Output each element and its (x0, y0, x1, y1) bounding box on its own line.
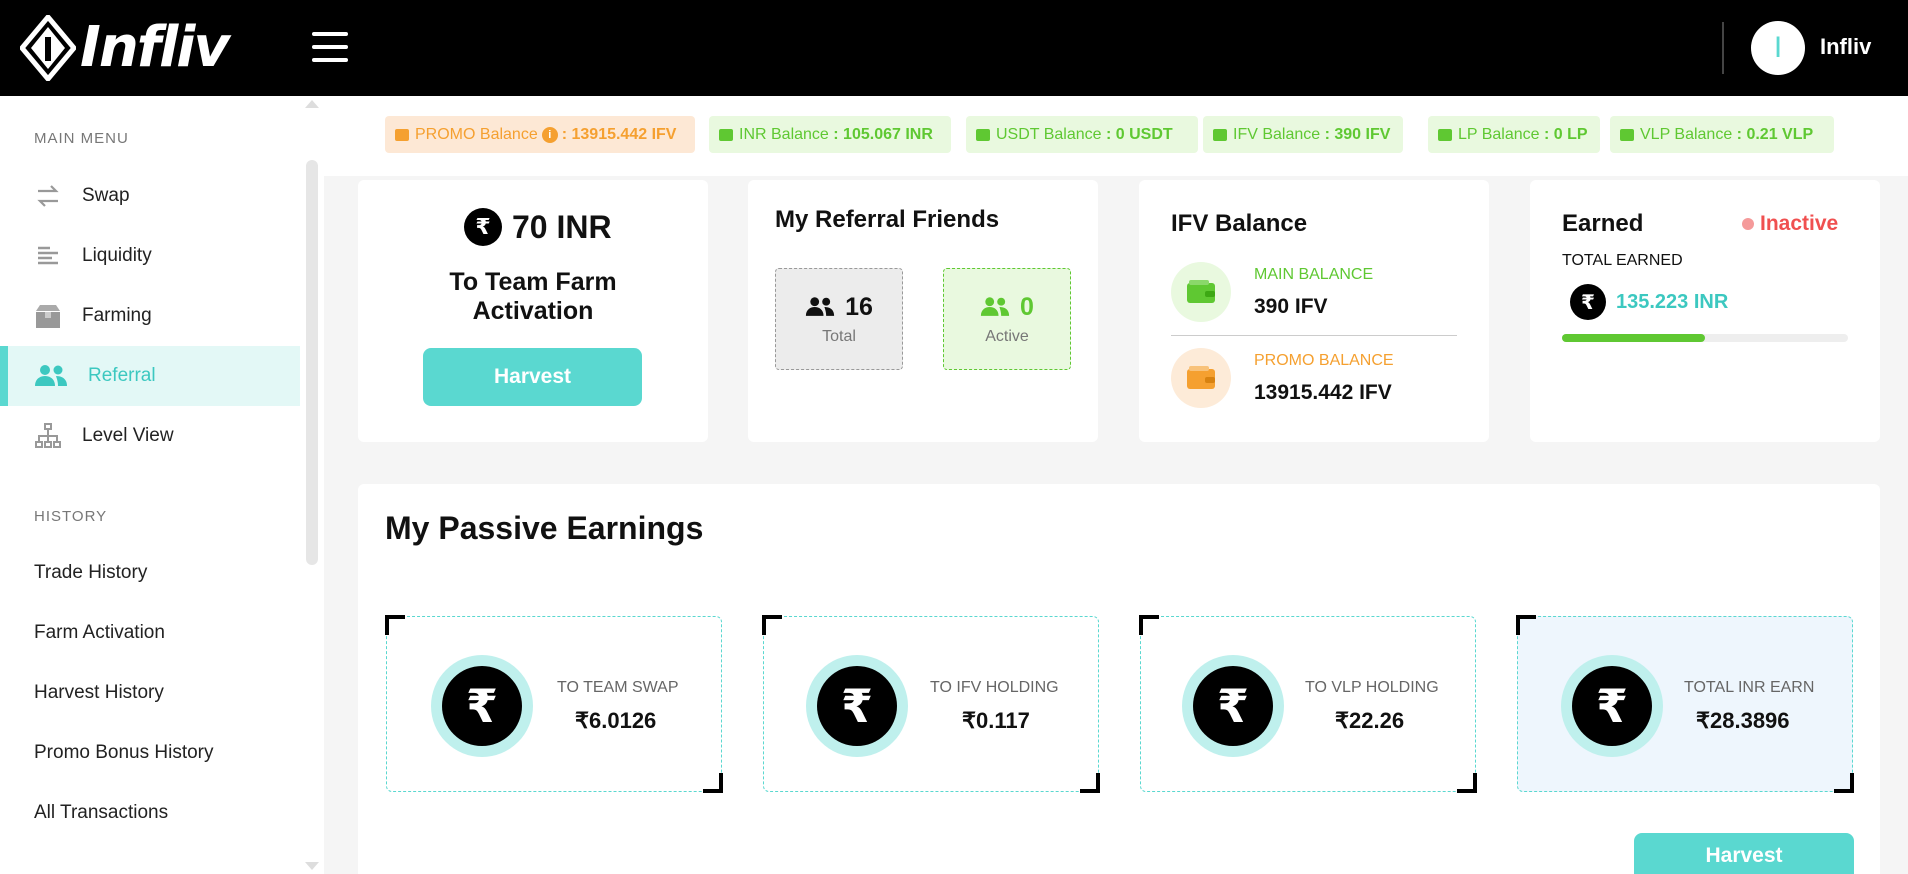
ifv-balance-pill: IFV Balance : 390 IFV (1203, 116, 1403, 153)
ifv-holding-earning-card: ₹ TO IFV HOLDING ₹0.117 (762, 615, 1100, 793)
farm-description: To Team Farm Activation (449, 268, 617, 325)
sidebar-item-label: Farming (82, 305, 152, 326)
referral-friends-card: My Referral Friends 16 Total 0 Active (748, 180, 1098, 442)
wallet-icon (1213, 128, 1227, 141)
balance-bar: PROMO Balance i : 13915.442 IFV INR Bala… (324, 96, 1908, 176)
vlp-holding-earning-card: ₹ TO VLP HOLDING ₹22.26 (1139, 615, 1477, 793)
sidebar-item-level-view[interactable]: Level View (0, 406, 300, 466)
status-badge: Inactive (1742, 212, 1838, 236)
referral-title: My Referral Friends (775, 206, 1000, 233)
sidebar-scrollbar[interactable] (306, 160, 318, 565)
sidebar-item-promo-bonus-history[interactable]: Promo Bonus History (34, 742, 214, 764)
main-balance-value: 390 IFV (1254, 295, 1328, 318)
swap-icon (34, 182, 62, 210)
promo-balance-value: 13915.442 IFV (1254, 381, 1392, 404)
promo-balance-pill: PROMO Balance i : 13915.442 IFV (385, 116, 695, 153)
active-referrals-box: 0 Active (943, 268, 1071, 370)
usdt-balance-pill: USDT Balance : 0 USDT (966, 116, 1198, 153)
logo-text: Infliv (80, 15, 230, 80)
sidebar-item-harvest-history[interactable]: Harvest History (34, 682, 164, 704)
wallet-icon (719, 128, 733, 141)
sidebar-section-history: HISTORY (34, 508, 108, 525)
sidebar-item-label: Swap (82, 185, 130, 206)
team-swap-earning-card: ₹ TO TEAM SWAP ₹6.0126 (385, 615, 723, 793)
logo[interactable]: Infliv (20, 12, 230, 84)
divider (1171, 335, 1457, 336)
earned-card: Earned Inactive TOTAL EARNED ₹ 135.223 I… (1530, 180, 1880, 442)
rupee-icon: ₹ (1182, 655, 1284, 757)
info-icon[interactable]: i (541, 126, 558, 143)
sidebar-section-main-menu: MAIN MENU (34, 130, 129, 147)
users-icon (805, 297, 835, 316)
inr-balance-pill: INR Balance : 105.067 INR (709, 116, 951, 153)
scroll-up-arrow-icon[interactable] (305, 100, 319, 108)
farming-icon (34, 302, 62, 330)
farm-activation-card: ₹ 70 INR To Team Farm Activation Harvest (358, 180, 708, 442)
harvest-button[interactable]: Harvest (423, 348, 642, 406)
scroll-down-arrow-icon[interactable] (305, 862, 319, 870)
promo-wallet-icon (1171, 348, 1231, 408)
wallet-icon (1438, 128, 1452, 141)
users-icon (980, 297, 1010, 316)
rupee-icon: ₹ (1570, 284, 1606, 320)
vlp-balance-pill: VLP Balance : 0.21 VLP (1610, 116, 1834, 153)
main-balance-label: MAIN BALANCE (1254, 266, 1374, 283)
earned-progress-fill (1562, 334, 1705, 342)
total-earned: ₹ 135.223 INR (1570, 284, 1728, 320)
earned-title: Earned (1562, 210, 1644, 237)
hierarchy-icon (34, 422, 62, 450)
sidebar-item-label: Level View (82, 425, 174, 446)
wallet-icon (395, 128, 409, 141)
sidebar-item-farm-activation[interactable]: Farm Activation (34, 622, 165, 644)
promo-balance-label: PROMO BALANCE (1254, 352, 1394, 369)
ifv-balance-card: IFV Balance MAIN BALANCE 390 IFV PROMO B… (1139, 180, 1489, 442)
passive-harvest-button[interactable]: Harvest (1634, 833, 1854, 874)
sidebar-item-all-transactions[interactable]: All Transactions (34, 802, 168, 824)
sidebar-item-label: Referral (88, 365, 156, 386)
rupee-icon: ₹ (806, 655, 908, 757)
header-divider (1722, 22, 1724, 74)
sidebar-item-liquidity[interactable]: Liquidity (0, 226, 300, 286)
users-icon (34, 362, 68, 390)
rupee-icon: ₹ (431, 655, 533, 757)
earned-progress-bar (1562, 334, 1848, 342)
liquidity-icon (34, 242, 62, 270)
wallet-icon (976, 128, 990, 141)
total-inr-earning-card: ₹ TOTAL INR EARN ₹28.3896 (1516, 615, 1854, 793)
menu-toggle-icon[interactable] (312, 32, 348, 62)
total-earned-label: TOTAL EARNED (1562, 252, 1683, 269)
sidebar-item-farming[interactable]: Farming (0, 286, 300, 346)
ifv-balance-title: IFV Balance (1171, 210, 1308, 237)
total-referrals-box: 16 Total (775, 268, 903, 370)
sidebar-item-swap[interactable]: Swap (0, 166, 300, 226)
rupee-icon: ₹ (464, 208, 502, 246)
main-wallet-icon (1171, 262, 1231, 322)
top-bar: Infliv I Infliv (0, 0, 1908, 96)
avatar[interactable]: I (1751, 21, 1805, 75)
wallet-icon (1620, 128, 1634, 141)
status-dot-icon (1742, 218, 1754, 230)
rupee-icon: ₹ (1561, 655, 1663, 757)
lp-balance-pill: LP Balance : 0 LP (1428, 116, 1600, 153)
passive-earnings-title: My Passive Earnings (385, 510, 704, 546)
logo-mark-icon (20, 15, 76, 81)
sidebar-item-trade-history[interactable]: Trade History (34, 562, 147, 584)
sidebar-item-label: Liquidity (82, 245, 152, 266)
sidebar-item-referral[interactable]: Referral (0, 346, 300, 406)
sidebar: MAIN MENU Swap Liquidity Farming Referra… (0, 96, 324, 874)
farm-amount: ₹ 70 INR (464, 208, 612, 246)
username[interactable]: Infliv (1820, 34, 1871, 60)
